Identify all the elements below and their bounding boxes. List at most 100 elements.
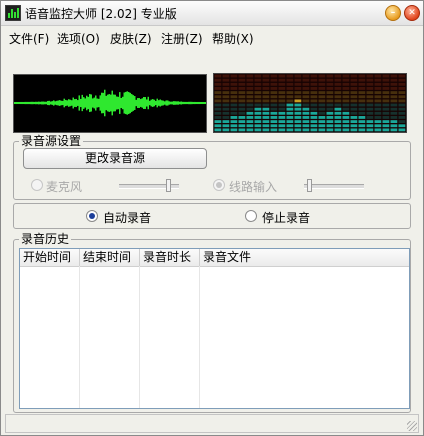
line-in-volume-thumb[interactable] (306, 179, 312, 192)
spectrum-cell (262, 103, 270, 107)
waveform-sample (138, 98, 140, 108)
spectrum-cell (342, 103, 350, 107)
column-end-time[interactable]: 结束时间 (80, 249, 140, 266)
spectrum-cell (294, 87, 302, 90)
spectrum-cell (390, 99, 398, 103)
spectrum-cell (230, 107, 238, 111)
spectrum-cell (326, 107, 334, 111)
line-in-radio[interactable] (213, 179, 225, 191)
spectrum-cell (302, 107, 310, 111)
spectrum-cell (358, 103, 366, 107)
spectrum-cell (382, 124, 390, 128)
spectrum-cell (350, 128, 358, 132)
spectrum-cell (398, 103, 406, 107)
waveform-sample (165, 100, 167, 106)
spectrum-cell (230, 91, 238, 95)
spectrum-cell (326, 116, 334, 119)
auto-record-radio[interactable] (86, 210, 98, 222)
spectrum-cell (310, 95, 318, 99)
spectrum-cell (230, 111, 238, 115)
auto-record-label[interactable]: 自动录音 (103, 209, 151, 226)
spectrum-cell (342, 74, 350, 78)
spectrum-cell (398, 99, 406, 103)
spectrum-cell (342, 95, 350, 99)
stop-record-radio[interactable] (245, 210, 257, 222)
spectrum-cell (262, 99, 270, 103)
spectrum-cell (358, 74, 366, 78)
column-duration[interactable]: 录音时长 (140, 249, 200, 266)
spectrum-cell (390, 95, 398, 99)
menu-options[interactable]: 选项(O) (57, 30, 100, 47)
history-table[interactable]: 开始时间 结束时间 录音时长 录音文件 (19, 248, 410, 409)
spectrum-cell (286, 120, 294, 124)
spectrum-cell (286, 124, 294, 128)
spectrum-cell (214, 95, 222, 99)
stop-record-label[interactable]: 停止录音 (262, 209, 310, 226)
waveform-sample (65, 99, 67, 107)
change-source-button[interactable]: 更改录音源 (23, 148, 207, 169)
spectrum-cell (334, 116, 342, 119)
mic-radio[interactable] (31, 179, 43, 191)
spectrum-cell (398, 74, 406, 78)
waveform-graphic (14, 89, 206, 117)
waveform-sample (62, 100, 64, 106)
spectrum-cell (214, 124, 222, 128)
title-bar[interactable]: 语音监控大师 [2.02] 专业版 – ✕ (1, 1, 423, 26)
spectrum-cell (230, 124, 238, 128)
waveform-sample (29, 101, 31, 105)
spectrum-cell (342, 111, 350, 115)
spectrum-cell (374, 74, 382, 78)
spectrum-cell (350, 124, 358, 128)
waveform-sample (92, 98, 94, 108)
spectrum-cell (238, 78, 246, 82)
spectrum-cell (254, 95, 262, 99)
spectrum-cell (398, 111, 406, 115)
spectrum-cell (358, 95, 366, 99)
line-in-volume-slider[interactable] (304, 184, 364, 189)
spectrum-cell (382, 95, 390, 99)
close-button[interactable]: ✕ (404, 5, 420, 21)
spectrum-cell (334, 78, 342, 82)
waveform-sample (81, 94, 83, 112)
spectrum-cell (390, 107, 398, 111)
waveform-sample (36, 101, 38, 105)
spectrum-cell (398, 87, 406, 90)
spectrum-cell (326, 74, 334, 78)
waveform-sample (135, 99, 137, 107)
spectrum-cell (318, 107, 326, 111)
spectrum-cell (278, 116, 286, 119)
app-icon[interactable] (5, 5, 21, 21)
waveform-sample (173, 101, 175, 105)
spectrum-cell (398, 82, 406, 86)
column-divider (199, 266, 200, 408)
spectrum-cell (398, 124, 406, 128)
menu-skin[interactable]: 皮肤(Z) (110, 30, 152, 47)
spectrum-cell (334, 120, 342, 124)
spectrum-cell (398, 116, 406, 119)
spectrum-cell (302, 128, 310, 132)
column-file[interactable]: 录音文件 (200, 249, 409, 266)
menu-file[interactable]: 文件(F) (9, 30, 49, 47)
line-in-label: 线路输入 (229, 180, 278, 194)
spectrum-cell (366, 87, 374, 90)
spectrum-cell (222, 87, 230, 90)
spectrum-cell (238, 87, 246, 90)
menu-register[interactable]: 注册(Z) (161, 30, 203, 47)
waveform-sample (182, 101, 184, 105)
spectrum-cell (382, 91, 390, 95)
spectrum-cell (214, 128, 222, 132)
menu-help[interactable]: 帮助(X) (212, 30, 254, 47)
column-start-time[interactable]: 开始时间 (20, 249, 80, 266)
minimize-button[interactable]: – (385, 5, 401, 21)
waveform-sample (186, 101, 188, 105)
spectrum-cell (286, 116, 294, 119)
spectrum-cell (246, 78, 254, 82)
resize-grip-icon[interactable] (407, 421, 417, 431)
spectrum-cell (334, 99, 342, 103)
spectrum-cell (286, 87, 294, 90)
waveform-sample (89, 93, 91, 113)
spectrum-cell (334, 82, 342, 86)
mic-volume-thumb[interactable] (165, 179, 171, 192)
spectrum-cell (318, 74, 326, 78)
spectrum-cell (222, 78, 230, 82)
